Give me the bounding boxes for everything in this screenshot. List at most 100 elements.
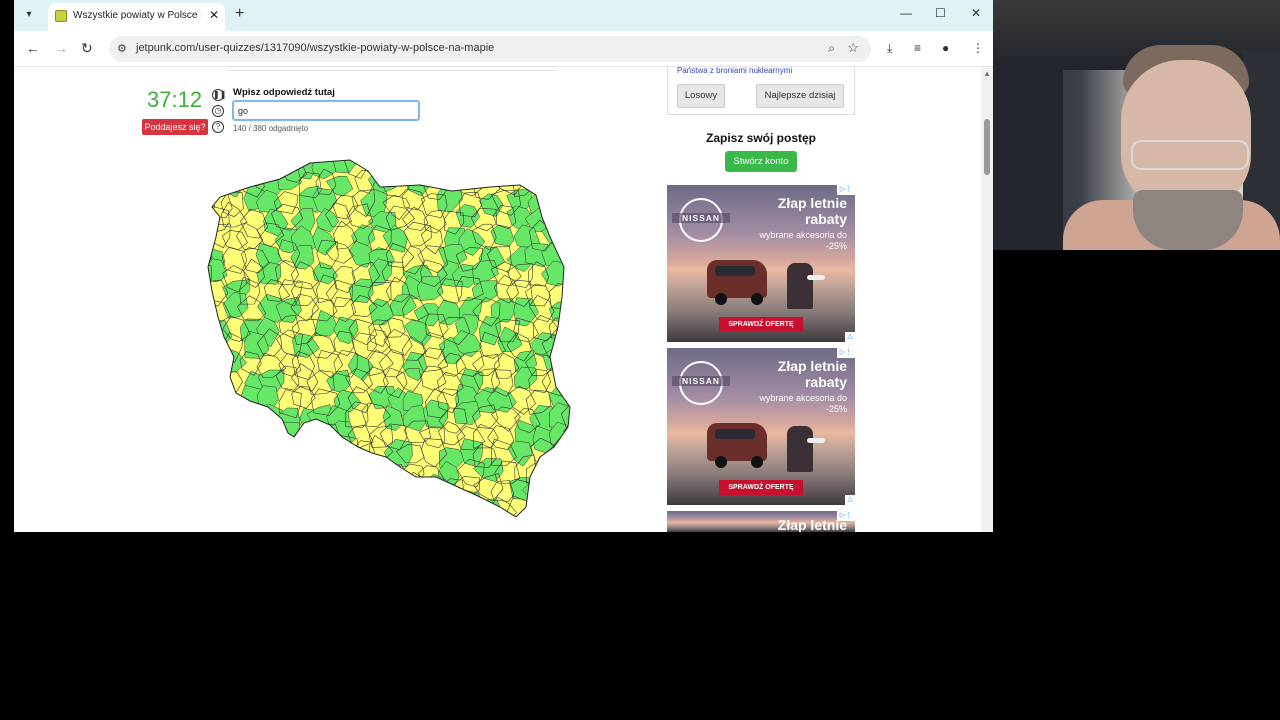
county-region: [272, 421, 300, 443]
ad-cta-button[interactable]: SPRAWDŹ OFERTĘ: [719, 317, 803, 332]
county-region: [562, 211, 570, 240]
county-region: [550, 457, 570, 481]
county-region: [208, 299, 215, 329]
county-region: [299, 441, 324, 467]
county-region: [208, 474, 228, 505]
help-icon[interactable]: ?: [212, 121, 224, 133]
page-scrollbar[interactable]: ▲: [981, 67, 993, 532]
scroll-up-icon[interactable]: ▲: [983, 69, 991, 78]
related-quiz-link[interactable]: Państwa z broniami nuklearnymi: [677, 66, 792, 75]
county-region: [243, 407, 271, 431]
county-region: [208, 195, 216, 217]
county-region: [368, 461, 396, 487]
county-region: [547, 186, 570, 213]
poland-map[interactable]: [190, 157, 575, 517]
ad-info-icon[interactable]: △: [845, 495, 855, 505]
zoom-icon[interactable]: ⌕: [828, 41, 835, 56]
profile-icon[interactable]: ●: [942, 41, 949, 55]
people-image: [787, 426, 813, 472]
maximize-icon[interactable]: ☐: [935, 6, 946, 20]
county-region: [262, 160, 288, 180]
county-region: [299, 481, 322, 507]
map-regions[interactable]: [190, 157, 575, 517]
county-region: [208, 444, 215, 468]
adchoices-icon[interactable]: ▷⋮: [837, 511, 855, 521]
county-region: [258, 478, 283, 504]
wheel: [715, 456, 727, 468]
best-today-button[interactable]: Najlepsze dzisiaj: [756, 84, 844, 108]
adchoices-icon[interactable]: ▷⋮: [837, 185, 855, 195]
pause-icon[interactable]: ❚❚: [212, 89, 226, 101]
county-region: [563, 248, 570, 270]
county-region: [190, 337, 205, 360]
menu-icon[interactable]: ⋮: [972, 41, 984, 55]
ad-brand: NISSAN: [672, 376, 730, 386]
county-region: [275, 439, 306, 464]
window-close-icon[interactable]: ✕: [971, 6, 981, 20]
county-region: [313, 478, 337, 506]
county-region: [548, 160, 570, 178]
back-icon[interactable]: ←: [26, 40, 40, 56]
ad-banner[interactable]: Złap letnie ▷⋮: [667, 511, 855, 532]
clock-icon[interactable]: ◷: [212, 105, 224, 117]
county-region: [257, 454, 285, 482]
county-region: [383, 477, 406, 502]
ad-banner[interactable]: NISSAN Złap letnie rabaty wybrane akceso…: [667, 185, 855, 342]
county-region: [208, 167, 210, 199]
minimize-icon[interactable]: —: [900, 6, 912, 20]
county-region: [272, 499, 303, 517]
reload-icon[interactable]: ↻: [81, 40, 93, 57]
address-bar[interactable]: ⚙ jetpunk.com/user-quizzes/1317090/wszys…: [109, 36, 871, 62]
create-account-button[interactable]: Stwórz konto: [725, 151, 797, 172]
county-region: [208, 283, 211, 310]
person-beard: [1133, 190, 1243, 250]
people-image: [787, 263, 813, 309]
county-region: [436, 160, 465, 181]
tab-search-icon[interactable]: ▾: [20, 6, 38, 24]
browser-toolbar: ← → ↻ ⚙ jetpunk.com/user-quizzes/1317090…: [14, 31, 993, 67]
county-region: [420, 160, 452, 178]
site-info-icon[interactable]: ⚙: [117, 42, 127, 55]
ad-info-icon[interactable]: △: [845, 332, 855, 342]
county-region: [292, 493, 324, 517]
county-region: [547, 205, 570, 232]
answer-label: Wpisz odpowiedź tutaj: [233, 87, 335, 98]
glasses: [1131, 140, 1249, 170]
county-region: [292, 455, 325, 481]
scrollbar-thumb[interactable]: [984, 119, 990, 175]
county-region: [313, 436, 338, 464]
tab-title: Wszystkie powiaty w Polsce na: [73, 10, 201, 21]
quiz-timer: 37:12: [147, 87, 203, 112]
county-region: [243, 160, 271, 180]
county-region: [497, 160, 520, 179]
ad-banner[interactable]: NISSAN Złap letnie rabaty wybrane akceso…: [667, 348, 855, 505]
give-up-button[interactable]: Poddajesz się?: [142, 119, 208, 135]
county-region: [471, 160, 497, 180]
county-region: [566, 298, 570, 329]
county-region: [564, 493, 570, 517]
answer-input[interactable]: go: [232, 100, 420, 121]
ad-cta-button[interactable]: SPRAWDŹ OFERTĘ: [719, 480, 803, 495]
county-region: [221, 426, 248, 452]
url-text[interactable]: jetpunk.com/user-quizzes/1317090/wszystk…: [136, 42, 494, 54]
media-icon[interactable]: ≡: [914, 41, 921, 55]
adchoices-icon[interactable]: ▷⋮: [837, 348, 855, 358]
bookmark-star-icon[interactable]: ☆: [847, 40, 859, 56]
progress-text: 140 / 380 odgadnięto: [233, 124, 309, 133]
county-region: [327, 457, 355, 482]
county-region: [361, 482, 390, 508]
county-region: [221, 408, 246, 435]
active-tab[interactable]: Wszystkie powiaty w Polsce na ✕: [48, 3, 225, 31]
close-icon[interactable]: ✕: [209, 8, 219, 22]
forward-icon[interactable]: →: [54, 40, 68, 56]
county-region: [542, 497, 570, 517]
county-region: [565, 160, 570, 177]
county-region: [190, 223, 208, 249]
new-tab-icon[interactable]: +: [235, 5, 244, 23]
county-region: [222, 476, 245, 503]
county-region: [222, 436, 247, 465]
download-icon[interactable]: ⤓: [887, 41, 892, 56]
county-region: [438, 490, 465, 517]
county-region: [240, 457, 263, 482]
random-button[interactable]: Losowy: [677, 84, 725, 108]
